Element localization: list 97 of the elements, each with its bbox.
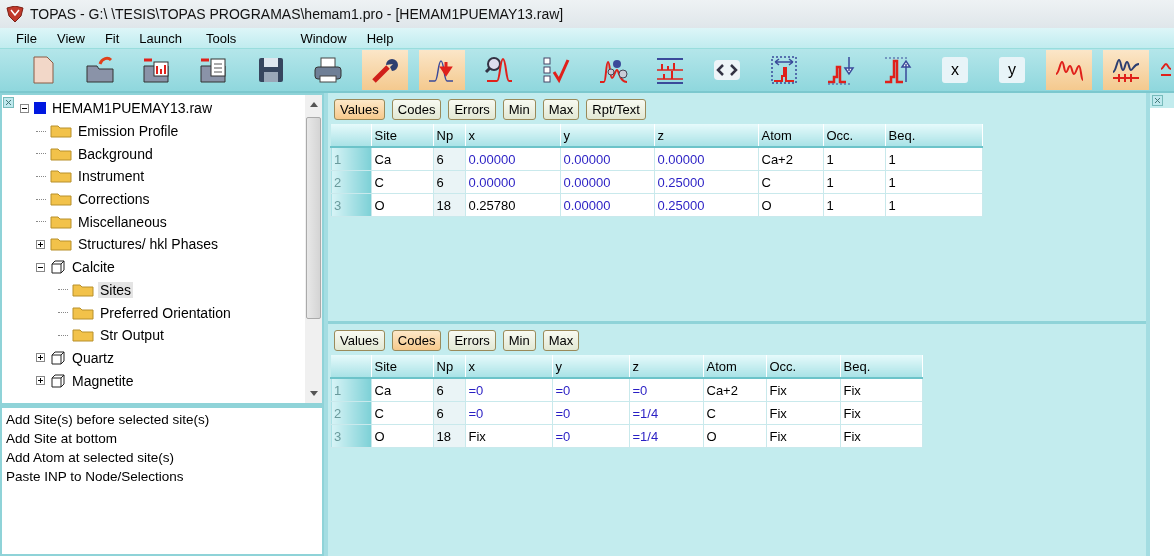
view-button[interactable]: Rpt/Text <box>586 99 646 120</box>
checklist-icon <box>540 54 572 86</box>
peak-down-icon <box>825 54 857 86</box>
peak-icon <box>1160 63 1172 77</box>
folder-icon <box>50 192 72 207</box>
tree-item[interactable]: Preferred Orientation <box>98 304 233 321</box>
column-header: Atom <box>703 355 766 378</box>
folder-icon <box>72 328 94 343</box>
column-header: Np <box>433 124 465 147</box>
header-cell <box>330 124 371 147</box>
toolbar-button[interactable] <box>1103 50 1149 90</box>
view-button[interactable]: Errors <box>448 99 496 120</box>
folder-icon <box>72 305 94 320</box>
tree-item[interactable]: Structures/ hkl Phases <box>76 236 221 253</box>
arrow-up-icon[interactable] <box>309 101 318 107</box>
expander-icon[interactable] <box>36 376 46 386</box>
expander-icon[interactable] <box>36 262 46 272</box>
column-header: z <box>654 124 758 147</box>
command-item[interactable]: Add Site at bottom <box>6 429 318 448</box>
column-header: y <box>552 355 629 378</box>
scroll-thumb[interactable] <box>306 117 321 319</box>
peak-up-icon <box>882 54 914 86</box>
view-button[interactable]: Codes <box>391 330 442 351</box>
tree-item[interactable]: Instrument <box>76 168 147 185</box>
tree-item[interactable]: Miscellaneous <box>76 213 169 230</box>
toolbar-button[interactable]: y <box>999 57 1025 83</box>
column-header: y <box>560 124 654 147</box>
view-button[interactable]: Errors <box>448 330 496 351</box>
row-number: 1 <box>330 378 371 402</box>
tree-item[interactable]: Background <box>76 145 155 162</box>
tree-item[interactable]: Quartz <box>70 349 116 366</box>
tree-item[interactable]: Calcite <box>70 259 117 276</box>
expander-icon[interactable] <box>20 103 30 113</box>
window-title: TOPAS - G:\ \TESIS\TOPAS PROGRAMAS\hemam1.pro - [HEMAM1PUEMAY13.raw] <box>30 6 564 22</box>
view-button[interactable]: Max <box>542 330 580 351</box>
column-header: Np <box>433 355 465 378</box>
view-button[interactable]: Values <box>334 330 385 351</box>
menu-item[interactable]: Tools <box>196 30 247 46</box>
column-header: Atom <box>758 124 823 147</box>
cube-icon <box>50 259 66 276</box>
column-header: Beq. <box>840 355 922 378</box>
row-number: 1 <box>330 147 371 171</box>
expander-icon[interactable] <box>36 353 46 363</box>
shield-icon <box>6 6 24 22</box>
menu-item[interactable]: File <box>6 30 47 46</box>
column-header: Occ. <box>823 124 885 147</box>
view-button[interactable]: Min <box>502 330 536 351</box>
folder-icon <box>50 214 72 229</box>
toolbar-button[interactable]: x <box>942 57 968 83</box>
tree-item[interactable]: Magnetite <box>70 372 136 389</box>
cube-icon <box>50 349 66 366</box>
row-number: 3 <box>330 424 371 448</box>
column-header: z <box>629 355 703 378</box>
expander-icon[interactable] <box>36 239 46 249</box>
tree-item[interactable]: Sites <box>98 281 134 298</box>
close-icon[interactable] <box>1152 95 1163 106</box>
toolbar-button[interactable] <box>362 50 408 90</box>
menu-item[interactable]: Window <box>290 30 357 46</box>
view-button[interactable]: Min <box>502 99 536 120</box>
column-header: Beq. <box>885 124 982 147</box>
cube-icon <box>50 372 66 389</box>
peak-width-icon <box>768 54 800 86</box>
printer-icon <box>312 54 344 86</box>
command-item[interactable]: Add Site(s) before selected site(s) <box>6 410 318 429</box>
view-button[interactable]: Max <box>542 99 580 120</box>
view-button[interactable]: Codes <box>391 99 442 120</box>
menu-item[interactable]: Launch <box>129 30 196 46</box>
menu-item[interactable]: Fit <box>94 30 130 46</box>
square-icon <box>34 102 46 115</box>
folder-icon <box>50 146 72 161</box>
column-header: Occ. <box>766 355 840 378</box>
folder-icon <box>72 282 94 297</box>
tree-item[interactable]: HEMAM1PUEMAY13.raw <box>50 100 214 117</box>
row-number: 3 <box>330 193 371 217</box>
view-button[interactable]: Values <box>334 99 385 120</box>
command-item[interactable]: Paste INP to Node/Selections <box>6 467 318 486</box>
table-cell[interactable]: 0.00000 <box>654 147 758 171</box>
menu-item[interactable]: Help <box>356 30 404 46</box>
folder-icon <box>50 124 72 139</box>
arrow-down-icon[interactable] <box>309 391 318 397</box>
row-number: 2 <box>330 401 371 425</box>
column-header: x <box>465 124 560 147</box>
tree-item[interactable]: Str Output <box>98 327 166 344</box>
column-header: Site <box>371 124 433 147</box>
open-folder-icon <box>84 54 116 86</box>
column-header: Site <box>371 355 433 378</box>
header-cell <box>330 355 371 378</box>
row-number: 2 <box>330 170 371 194</box>
folder-icon <box>50 169 72 184</box>
tree-item[interactable]: Emission Profile <box>76 123 181 140</box>
scrollbar[interactable] <box>305 95 322 403</box>
command-item[interactable]: Add Atom at selected site(s) <box>6 448 318 467</box>
column-header: x <box>465 355 552 378</box>
folder-icon <box>50 237 72 252</box>
menu-item[interactable]: View <box>46 30 95 46</box>
tree-item[interactable]: Corrections <box>76 191 152 208</box>
close-icon[interactable] <box>3 97 14 108</box>
